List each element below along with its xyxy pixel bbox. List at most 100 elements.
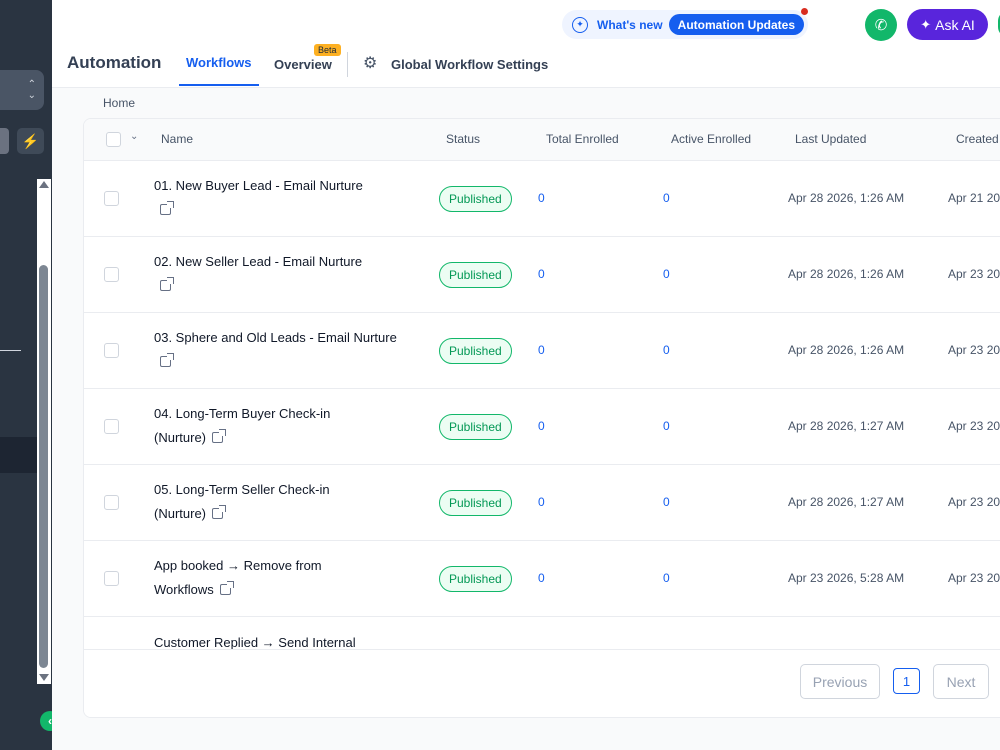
created-value: Apr 23 20 bbox=[948, 495, 1000, 509]
sparkle-icon: ✦ bbox=[920, 16, 932, 32]
breadcrumb[interactable]: Home bbox=[103, 96, 135, 110]
workflow-name: App booked → Remove from Workflows bbox=[154, 558, 322, 597]
workflow-name-link[interactable]: 04. Long-Term Buyer Check-in (Nurture) bbox=[154, 402, 379, 450]
external-link-icon[interactable] bbox=[212, 505, 227, 519]
location-switcher[interactable]: ⌃ ⌄ bbox=[0, 70, 44, 110]
external-link-icon[interactable] bbox=[219, 581, 234, 595]
sidebar-divider bbox=[0, 350, 21, 351]
column-header-created[interactable]: Created bbox=[956, 132, 999, 146]
workflow-name: 02. New Seller Lead - Email Nurture bbox=[154, 254, 363, 269]
workflow-name-link[interactable]: App booked → Remove from Workflows bbox=[154, 554, 359, 602]
last-updated-value: Apr 28 2026, 1:26 AM bbox=[788, 191, 905, 205]
column-header-last-updated[interactable]: Last Updated bbox=[795, 132, 866, 146]
column-header-name[interactable]: Name bbox=[161, 132, 193, 146]
active-enrolled-value[interactable]: 0 bbox=[663, 343, 670, 357]
row-checkbox[interactable] bbox=[104, 495, 119, 510]
table-row[interactable]: 01. New Buyer Lead - Email Nurture Publi… bbox=[84, 161, 1000, 237]
row-checkbox[interactable] bbox=[104, 343, 119, 358]
previous-page-button[interactable]: Previous bbox=[800, 664, 880, 699]
table-row[interactable]: 02. New Seller Lead - Email Nurture Publ… bbox=[84, 237, 1000, 313]
page-number-button[interactable]: 1 bbox=[893, 668, 920, 694]
table-row-partial[interactable]: Customer Replied → Send Internal bbox=[84, 617, 1000, 649]
left-sidebar: ⌃ ⌄ ⚡ ‹ bbox=[0, 0, 60, 750]
page-title: Automation bbox=[67, 53, 162, 72]
row-checkbox[interactable] bbox=[104, 419, 119, 434]
tab-overview[interactable]: Overview bbox=[274, 57, 332, 72]
total-enrolled-value[interactable]: 0 bbox=[538, 267, 545, 281]
sidebar-shortcut-icon[interactable] bbox=[0, 128, 9, 154]
created-value: Apr 23 20 bbox=[948, 267, 1000, 281]
workflow-name[interactable]: Customer Replied → Send Internal bbox=[154, 631, 399, 649]
created-value: Apr 23 20 bbox=[948, 343, 1000, 357]
workflow-name: 03. Sphere and Old Leads - Email Nurture bbox=[154, 330, 397, 345]
status-badge: Published bbox=[439, 338, 512, 364]
chevron-updown-icon: ⌃ ⌄ bbox=[27, 79, 36, 101]
last-updated-value: Apr 23 2026, 5:28 AM bbox=[788, 571, 905, 585]
last-updated-value: Apr 28 2026, 1:26 AM bbox=[788, 343, 905, 357]
external-link-icon[interactable] bbox=[160, 201, 174, 215]
table-row[interactable]: 03. Sphere and Old Leads - Email Nurture… bbox=[84, 313, 1000, 389]
row-checkbox[interactable] bbox=[104, 191, 119, 206]
last-updated-value: Apr 28 2026, 1:27 AM bbox=[788, 495, 905, 509]
table-header: ⌄ Name Status Total Enrolled Active Enro… bbox=[84, 119, 1000, 161]
scroll-down-arrow-icon[interactable] bbox=[39, 674, 49, 681]
active-tab-indicator bbox=[179, 84, 259, 86]
active-enrolled-value[interactable]: 0 bbox=[663, 571, 670, 585]
ask-ai-label: Ask AI bbox=[935, 16, 975, 33]
workflow-name-link[interactable]: 03. Sphere and Old Leads - Email Nurture bbox=[154, 326, 399, 374]
select-all-checkbox[interactable] bbox=[106, 132, 121, 147]
active-enrolled-value[interactable]: 0 bbox=[663, 495, 670, 509]
last-updated-value: Apr 28 2026, 1:26 AM bbox=[788, 267, 905, 281]
column-header-active-enrolled[interactable]: Active Enrolled bbox=[671, 132, 751, 146]
status-badge: Published bbox=[439, 414, 512, 440]
workflows-table-card: ⌄ Name Status Total Enrolled Active Enro… bbox=[83, 118, 1000, 718]
total-enrolled-value[interactable]: 0 bbox=[538, 343, 545, 357]
top-header: ✦ What's new Automation Updates ✆ ✦ Ask … bbox=[52, 0, 1000, 88]
sidebar-item-active[interactable] bbox=[0, 437, 37, 473]
gear-icon[interactable]: ⚙ bbox=[363, 55, 377, 73]
active-enrolled-value[interactable]: 0 bbox=[663, 267, 670, 281]
external-link-icon[interactable] bbox=[160, 277, 174, 291]
header-divider bbox=[347, 52, 348, 77]
total-enrolled-value[interactable]: 0 bbox=[538, 495, 545, 509]
whats-new-pill[interactable]: ✦ What's new Automation Updates bbox=[562, 8, 808, 39]
active-enrolled-value[interactable]: 0 bbox=[663, 191, 670, 205]
status-badge: Published bbox=[439, 566, 512, 592]
sidebar-scroll-thumb[interactable] bbox=[39, 265, 48, 668]
total-enrolled-value[interactable]: 0 bbox=[538, 419, 545, 433]
column-header-total-enrolled[interactable]: Total Enrolled bbox=[546, 132, 619, 146]
pagination: Previous 1 Next bbox=[84, 649, 1000, 717]
status-badge: Published bbox=[439, 262, 512, 288]
total-enrolled-value[interactable]: 0 bbox=[538, 571, 545, 585]
tab-workflows[interactable]: Workflows bbox=[186, 55, 252, 70]
global-workflow-settings-link[interactable]: Global Workflow Settings bbox=[391, 57, 548, 72]
external-link-icon[interactable] bbox=[160, 353, 174, 367]
status-badge: Published bbox=[439, 186, 512, 212]
active-enrolled-value[interactable]: 0 bbox=[663, 419, 670, 433]
table-row[interactable]: 05. Long-Term Seller Check-in (Nurture) … bbox=[84, 465, 1000, 541]
workflow-name-link[interactable]: 01. New Buyer Lead - Email Nurture bbox=[154, 174, 399, 222]
notification-dot bbox=[801, 8, 808, 15]
beta-badge: Beta bbox=[314, 44, 341, 56]
table-row[interactable]: App booked → Remove from Workflows Publi… bbox=[84, 541, 1000, 617]
created-value: Apr 23 20 bbox=[948, 571, 1000, 585]
whats-new-label: What's new bbox=[597, 17, 663, 32]
quick-actions-bolt-icon[interactable]: ⚡ bbox=[17, 128, 44, 154]
ask-ai-button[interactable]: ✦ Ask AI bbox=[907, 9, 988, 40]
scroll-up-arrow-icon[interactable] bbox=[39, 181, 49, 188]
automation-updates-button[interactable]: Automation Updates bbox=[668, 14, 804, 35]
whats-new-icon: ✦ bbox=[572, 16, 588, 33]
total-enrolled-value[interactable]: 0 bbox=[538, 191, 545, 205]
chevron-down-icon[interactable]: ⌄ bbox=[130, 131, 138, 142]
column-header-status[interactable]: Status bbox=[446, 132, 480, 146]
table-row[interactable]: 04. Long-Term Buyer Check-in (Nurture) P… bbox=[84, 389, 1000, 465]
phone-icon[interactable]: ✆ bbox=[865, 9, 897, 41]
workflow-name: 01. New Buyer Lead - Email Nurture bbox=[154, 178, 363, 193]
workflow-name-link[interactable]: 02. New Seller Lead - Email Nurture bbox=[154, 250, 399, 298]
next-page-button[interactable]: Next bbox=[933, 664, 989, 699]
row-checkbox[interactable] bbox=[104, 267, 119, 282]
workflow-name-link[interactable]: 05. Long-Term Seller Check-in (Nurture) bbox=[154, 478, 379, 526]
workflow-name: 05. Long-Term Seller Check-in (Nurture) bbox=[154, 482, 330, 521]
external-link-icon[interactable] bbox=[212, 429, 227, 443]
row-checkbox[interactable] bbox=[104, 571, 119, 586]
